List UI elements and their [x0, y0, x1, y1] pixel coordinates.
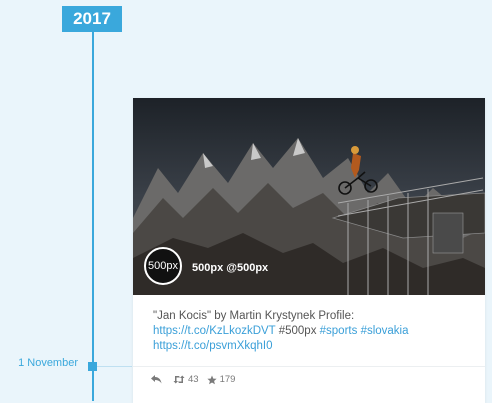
like-button[interactable]: 179 [206, 374, 236, 385]
tweet-link-1[interactable]: https://t.co/KzLkozkDVT [153, 325, 276, 337]
like-count: 179 [219, 374, 236, 385]
year-badge: 2017 [62, 6, 122, 32]
tweet-card: 500px 500px @500px "Jan Kocis" by Martin… [133, 98, 485, 403]
hashtag-slovakia[interactable]: #slovakia [361, 325, 409, 337]
tweet-intro: "Jan Kocis" by Martin Krystynek Profile: [153, 310, 355, 322]
mountain-bike-photo [133, 98, 485, 295]
tweet-text: "Jan Kocis" by Martin Krystynek Profile:… [133, 295, 485, 354]
date-connector [97, 366, 132, 367]
avatar[interactable]: 500px [144, 247, 182, 285]
date-label: 1 November [18, 357, 78, 369]
tweet-actions: 43 179 [151, 374, 243, 385]
hashtag-sports[interactable]: #sports [320, 325, 358, 337]
tweet-image[interactable]: 500px 500px @500px [133, 98, 485, 295]
timeline-line [92, 30, 94, 401]
tweet-link-2[interactable]: https://t.co/psvmXkqhI0 [153, 340, 273, 352]
retweet-count: 43 [188, 374, 199, 385]
tweet-hashtag-500px: #500px [275, 325, 320, 337]
star-icon [206, 375, 217, 384]
retweet-icon [173, 375, 185, 384]
reply-button[interactable] [151, 375, 165, 384]
card-divider [133, 366, 485, 367]
retweet-button[interactable]: 43 [173, 374, 199, 385]
author-name[interactable]: 500px @500px [192, 262, 268, 274]
date-marker [88, 362, 97, 371]
reply-icon [151, 375, 162, 384]
